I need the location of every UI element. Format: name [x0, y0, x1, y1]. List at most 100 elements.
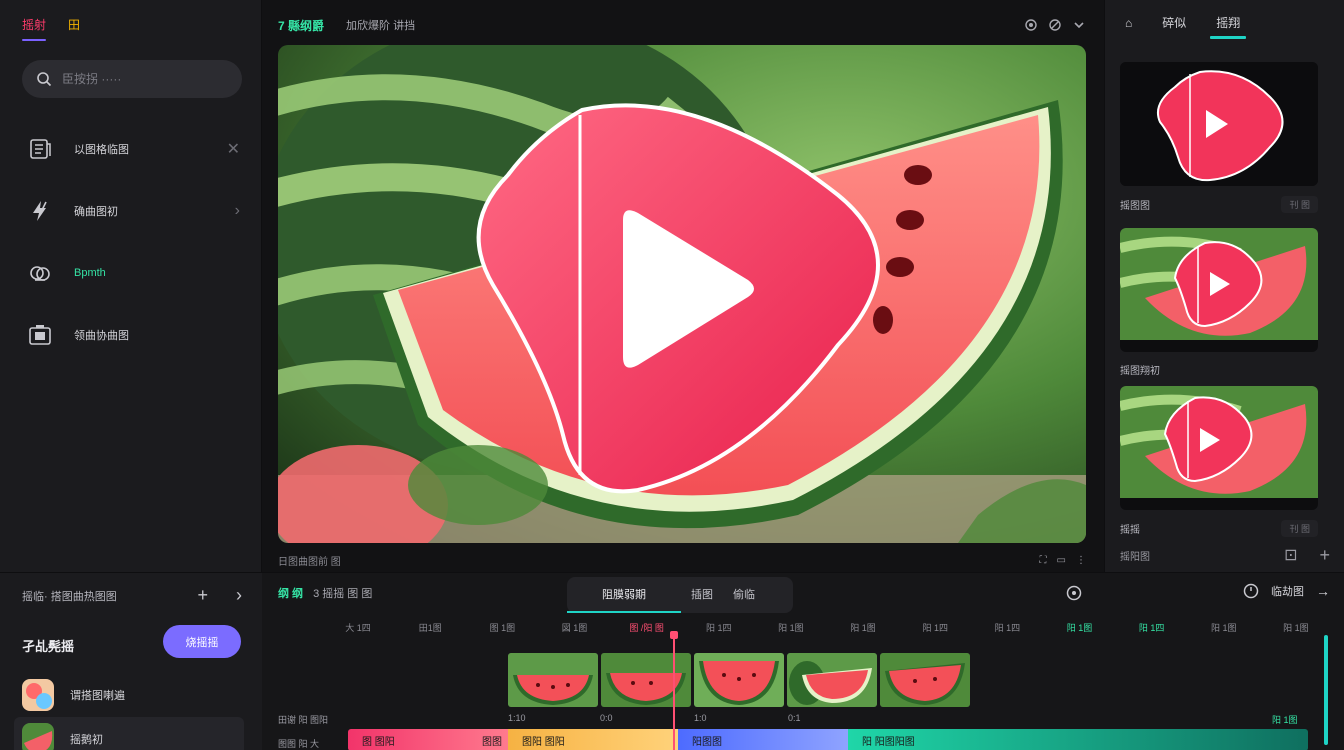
left-tab-media[interactable]: 摇射 — [22, 16, 47, 41]
menu-item-label: 确曲图初 — [74, 206, 118, 218]
link-icon[interactable] — [1048, 18, 1062, 32]
camera-frame-icon — [26, 321, 54, 349]
clock-icon[interactable] — [1243, 583, 1259, 599]
video-clip[interactable] — [880, 653, 970, 707]
project-thumbnail — [22, 723, 54, 750]
right-tab-presets[interactable]: 摇翔 — [1210, 14, 1247, 39]
clip-time-labels: 1:10 0:0 1:0 0:1 阳 1图 — [508, 713, 1308, 725]
right-tab-styles[interactable]: 碎似 — [1162, 14, 1186, 39]
project-panel-title: 孑乩髡摇 — [22, 639, 75, 654]
preset-chip[interactable]: 刊 图 — [1281, 520, 1318, 537]
video-editor-app: 摇射 田 以图格临图 ✕ 确曲图初 › — [0, 0, 1344, 750]
preset-chip[interactable]: 刊 图 — [1281, 196, 1318, 213]
cloud-sync-icon — [26, 259, 54, 287]
timeline: 纲 纲 3 摇摇 图 图 阻膜弱期 插图 偷临 临劫图 → 大 1四 田1图 图 1… — [262, 572, 1344, 750]
segment-label: 图阳 图阳 — [522, 736, 565, 748]
preset-thumbnail — [1120, 228, 1318, 352]
left-panel: 摇射 田 以图格临图 ✕ 确曲图初 › — [0, 0, 262, 572]
left-tab-grid[interactable]: 田 — [68, 16, 80, 41]
list-item[interactable]: 谓搭图喇遍 — [14, 673, 244, 717]
create-button[interactable]: 烧摇摇 — [163, 625, 241, 658]
ruler-tick-label: 大 1四 — [345, 623, 371, 633]
preset-caption: 摇图翔初 — [1120, 366, 1160, 377]
video-clip[interactable] — [601, 653, 691, 707]
preset-card[interactable]: 摇图翔初 — [1120, 228, 1318, 377]
preview-timecode: 日图曲图前 图 — [278, 556, 341, 568]
project-panel-header: 摇临· 搭图曲热图图 + › — [22, 585, 242, 606]
tab-insert[interactable]: 插图 — [681, 577, 723, 613]
preset-thumbnail — [1120, 62, 1318, 186]
ratio-icon[interactable]: ▭ — [1057, 555, 1066, 566]
project-panel: 摇临· 搭图曲热图图 + › 孑乩髡摇 烧摇摇 谓搭图喇遍 摇鹅初 — [0, 572, 262, 750]
track-segment[interactable]: 图 图阳 图图 — [348, 729, 508, 750]
clip-time-label: 0:0 — [600, 713, 613, 723]
document-list-icon — [26, 135, 54, 163]
add-icon[interactable]: + — [1319, 545, 1330, 566]
video-preview[interactable] — [278, 45, 1086, 543]
add-icon[interactable]: + — [197, 585, 208, 606]
fullscreen-icon[interactable]: ⛶ — [1040, 555, 1047, 566]
track-segment[interactable]: 图阳 图阳 — [508, 729, 678, 750]
lightning-icon — [26, 197, 54, 225]
preview-subtitle: 加欣爆阶 讲挡 — [346, 20, 416, 32]
timeline-right-label: 临劫图 — [1271, 586, 1304, 598]
tab-export[interactable]: 偷临 — [723, 577, 765, 613]
menu-item-sync[interactable]: Bpmth — [0, 242, 262, 304]
close-icon[interactable]: ✕ — [227, 139, 240, 159]
new-folder-icon[interactable]: ⊡ — [1284, 545, 1297, 566]
left-menu: 以图格临图 ✕ 确曲图初 › Bpmth 领曲协曲图 — [0, 118, 262, 366]
settings-icon[interactable] — [1024, 18, 1038, 32]
ruler-tick-label: 图 1图 — [489, 623, 516, 633]
preview-header: 7 縣纲爵 加欣爆阶 讲挡 — [278, 10, 1086, 40]
segment-label: 图 图阳 — [362, 736, 395, 748]
preview-footer: 日图曲图前 图 ⛶ ▭ ⋮ — [278, 550, 1086, 570]
ruler-tick-label: 阳 1图 — [850, 623, 876, 633]
list-item-label: 谓搭图喇遍 — [70, 690, 125, 702]
chevron-right-icon[interactable]: › — [235, 202, 240, 220]
track-segment[interactable]: 阳 阳图阳图 — [848, 729, 1308, 750]
timer-icon[interactable] — [1066, 585, 1082, 604]
ruler-tick-label: 阳 1四 — [706, 623, 732, 633]
home-icon[interactable]: ⌂ — [1125, 16, 1132, 38]
chevron-right-icon[interactable]: › — [236, 585, 242, 606]
preset-card[interactable]: 摇图图 刊 图 — [1120, 62, 1318, 213]
more-icon[interactable]: ⋮ — [1076, 555, 1086, 566]
tab-timeline[interactable]: 阻膜弱期 — [567, 577, 681, 613]
video-clip[interactable] — [508, 653, 598, 707]
clip-time-label: 1:10 — [508, 713, 526, 723]
preview-header-icons — [1024, 18, 1086, 32]
audio-track: 图 图阳 图图 图阳 图阳 阳图图 阳 阳图阳图 — [348, 729, 1308, 750]
chevron-down-icon[interactable] — [1072, 18, 1086, 32]
ruler-tick-label: 阳 1四 — [1138, 623, 1165, 633]
timeline-scrollbar[interactable] — [1324, 635, 1328, 745]
track-segment[interactable]: 阳图图 — [678, 729, 848, 750]
timeline-tabs: 阻膜弱期 插图 偷临 — [567, 577, 793, 613]
arrow-right-icon[interactable]: → — [1316, 583, 1330, 599]
ruler-tick-label: 阳 1图 — [778, 623, 804, 633]
menu-item-label: 领曲协曲图 — [74, 330, 129, 342]
menu-item-capture[interactable]: 领曲协曲图 — [0, 304, 262, 366]
right-panel: ⌂ 碎似 摇翔 摇图图 刊 图 摇图翔初 摇摇 刊 图 摇阳图 ⊡ + — [1104, 0, 1344, 572]
search-icon — [37, 72, 52, 87]
video-clip[interactable] — [694, 653, 784, 707]
preset-card[interactable]: 摇摇 刊 图 — [1120, 386, 1318, 537]
list-item-label: 摇鹅初 — [70, 734, 103, 746]
search-bar[interactable] — [22, 60, 242, 98]
segment-label: 图图 — [482, 736, 502, 748]
list-item[interactable]: 摇鹅初 — [14, 717, 244, 750]
playhead[interactable] — [670, 631, 678, 750]
timeline-right-controls: 临劫图 → — [1243, 583, 1330, 599]
preset-caption: 摇摇 — [1120, 525, 1140, 536]
video-clip[interactable] — [787, 653, 877, 707]
right-footer: 摇阳图 ⊡ + — [1120, 545, 1330, 566]
search-input[interactable] — [62, 72, 222, 86]
preview-footer-icons: ⛶ ▭ ⋮ — [1040, 555, 1086, 566]
ruler-tick-label: 图 /阳 图 — [629, 623, 664, 633]
timeline-toolbar: 纲 纲 3 摇摇 图 图 — [278, 585, 372, 601]
menu-item-templates[interactable]: 以图格临图 ✕ — [0, 118, 262, 180]
preview-title: 7 縣纲爵 — [278, 18, 325, 33]
ruler-tick-label: 阳 1四 — [922, 623, 948, 633]
menu-item-effects[interactable]: 确曲图初 › — [0, 180, 262, 242]
menu-item-label: Bpmth — [74, 267, 106, 279]
track-label: 图图 阳 大 — [278, 739, 320, 749]
